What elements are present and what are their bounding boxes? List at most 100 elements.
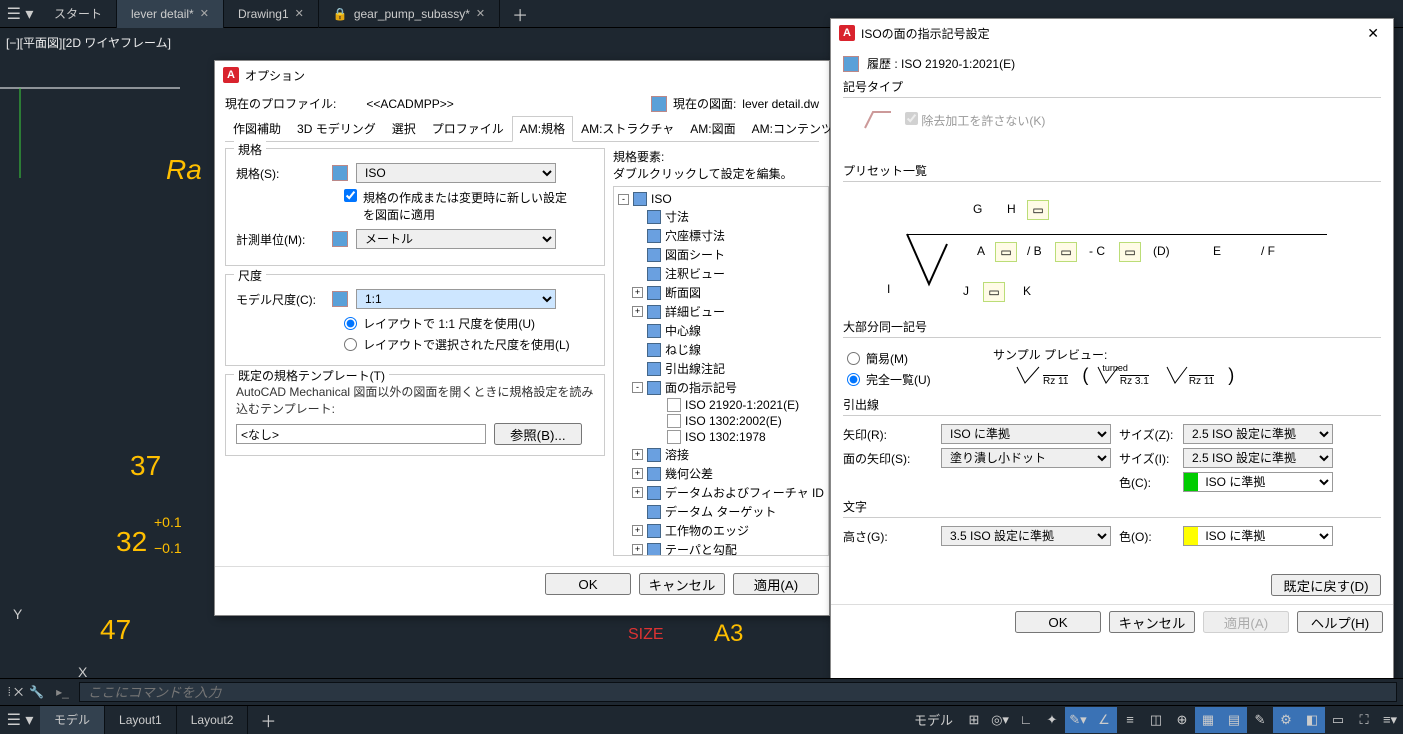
help-button[interactable]: ヘルプ(H) — [1297, 611, 1383, 633]
color-select[interactable]: ISO に準拠 — [1183, 472, 1333, 492]
tree-expander-icon[interactable]: + — [632, 544, 643, 555]
tree-node[interactable]: 引出線注記 — [618, 359, 824, 378]
cycling-icon[interactable]: ⊕ — [1169, 707, 1195, 733]
option-tab[interactable]: 作図補助 — [225, 116, 289, 141]
apply-new-checkbox[interactable] — [344, 189, 357, 202]
custom-icon[interactable]: ≡▾ — [1377, 707, 1403, 733]
layer-icon[interactable]: ▤ — [1221, 707, 1247, 733]
option-tab[interactable]: AM:コンテンツ — [744, 116, 841, 141]
cmd-customize-icon[interactable]: 🔧 — [29, 685, 44, 700]
preset-j-button[interactable]: ▭ — [983, 282, 1005, 302]
dialog-titlebar[interactable]: A オプション — [215, 61, 829, 89]
option-tab[interactable]: プロファイル — [424, 116, 512, 141]
clean-icon[interactable]: ⛶ — [1351, 707, 1377, 733]
layout-11-radio[interactable] — [344, 317, 357, 330]
preset-h-button[interactable]: ▭ — [1027, 200, 1049, 220]
apply-button[interactable]: 適用(A) — [733, 573, 819, 595]
standard-tree[interactable]: -ISO寸法穴座標寸法図面シート注釈ビュー+断面図+詳細ビュー中心線ねじ線引出線… — [613, 186, 829, 556]
tree-node[interactable]: 図面シート — [618, 245, 824, 264]
layout-tab-2[interactable]: Layout2 — [177, 706, 249, 734]
face-arrow-select[interactable]: 塗り潰し小ドット — [941, 448, 1111, 468]
app-menu-icon[interactable]: ☰ ▾ — [0, 4, 40, 24]
tree-node[interactable]: 注釈ビュー — [618, 264, 824, 283]
annotation-icon[interactable]: ✎ — [1247, 707, 1273, 733]
option-tab[interactable]: AM:ストラクチャ — [573, 116, 682, 141]
tree-node[interactable]: データム ターゲット — [618, 502, 824, 521]
template-input[interactable] — [236, 424, 486, 444]
hardware-icon[interactable]: ◧ — [1299, 707, 1325, 733]
option-tab[interactable]: AM:規格 — [512, 116, 573, 142]
tree-expander-icon[interactable]: + — [632, 287, 643, 298]
tree-expander-icon[interactable]: - — [618, 194, 629, 205]
tab-start[interactable]: スタート — [40, 0, 117, 28]
tree-node[interactable]: +データムおよびフィーチャ ID — [618, 483, 824, 502]
isolate-icon[interactable]: ▭ — [1325, 707, 1351, 733]
size-select[interactable]: 2.5 ISO 設定に準拠 — [1183, 424, 1333, 444]
standard-select[interactable]: ISO — [356, 163, 556, 183]
lineweight-icon[interactable]: ≡ — [1117, 707, 1143, 733]
tab-gear-pump[interactable]: 🔒gear_pump_subassy*✕ — [319, 0, 500, 28]
ok-button[interactable]: OK — [545, 573, 631, 595]
tree-node[interactable]: ISO 1302:1978 — [618, 429, 824, 445]
tree-node[interactable]: -ISO — [618, 191, 824, 207]
add-layout-button[interactable]: ＋ — [248, 708, 288, 732]
add-tab-button[interactable]: ＋ — [500, 2, 540, 26]
snap-icon[interactable]: ◎▾ — [987, 707, 1013, 733]
tree-node[interactable]: +溶接 — [618, 445, 824, 464]
transparency-icon[interactable]: ◫ — [1143, 707, 1169, 733]
power-dim-icon[interactable]: ▦ — [1195, 707, 1221, 733]
preset-c-button[interactable]: ▭ — [1119, 242, 1141, 262]
tree-node[interactable]: 寸法 — [618, 207, 824, 226]
polar-icon[interactable]: ✦ — [1039, 707, 1065, 733]
unit-select[interactable]: メートル — [356, 229, 556, 249]
status-model-button[interactable]: モデル — [906, 707, 961, 733]
command-input[interactable] — [79, 682, 1397, 702]
tab-drawing1[interactable]: Drawing1✕ — [224, 0, 319, 28]
layout-tab-model[interactable]: モデル — [40, 706, 105, 734]
layout-sel-radio[interactable] — [344, 338, 357, 351]
option-tab[interactable]: 3D モデリング — [289, 116, 384, 141]
preset-a-button[interactable]: ▭ — [995, 242, 1017, 262]
layout-menu-icon[interactable]: ☰ ▾ — [0, 710, 40, 730]
cancel-button[interactable]: キャンセル — [639, 573, 725, 595]
osnap-icon[interactable]: ✎▾ — [1065, 707, 1091, 733]
tree-node[interactable]: +工作物のエッジ — [618, 521, 824, 540]
tree-node[interactable]: ISO 1302:2002(E) — [618, 413, 824, 429]
model-scale-select[interactable]: 1:1 — [356, 289, 556, 309]
ok-button[interactable]: OK — [1015, 611, 1101, 633]
dialog-titlebar[interactable]: A ISOの面の指示記号設定 ✕ — [831, 19, 1393, 47]
size2-select[interactable]: 2.5 ISO 設定に準拠 — [1183, 448, 1333, 468]
tree-expander-icon[interactable]: + — [632, 449, 643, 460]
preset-b-button[interactable]: ▭ — [1055, 242, 1077, 262]
cmd-close-icon[interactable]: ⦙ ✕ — [8, 685, 23, 700]
close-icon[interactable]: ✕ — [295, 7, 304, 20]
tree-node[interactable]: +詳細ビュー — [618, 302, 824, 321]
cancel-button[interactable]: キャンセル — [1109, 611, 1195, 633]
tree-expander-icon[interactable]: + — [632, 306, 643, 317]
tree-node[interactable]: +幾何公差 — [618, 464, 824, 483]
workspace-icon[interactable]: ⚙ — [1273, 707, 1299, 733]
tab-lever-detail[interactable]: lever detail*✕ — [117, 0, 224, 28]
tree-node[interactable]: +断面図 — [618, 283, 824, 302]
simple-radio[interactable] — [847, 352, 860, 365]
close-icon[interactable]: ✕ — [476, 7, 485, 20]
tree-node[interactable]: +テーパと勾配 — [618, 540, 824, 556]
grid-icon[interactable]: ⊞ — [961, 707, 987, 733]
otrack-icon[interactable]: ∠ — [1091, 707, 1117, 733]
full-radio[interactable] — [847, 373, 860, 386]
tree-node[interactable]: 穴座標寸法 — [618, 226, 824, 245]
arrow-select[interactable]: ISO に準拠 — [941, 424, 1111, 444]
color2-select[interactable]: ISO に準拠 — [1183, 526, 1333, 546]
close-icon[interactable]: ✕ — [200, 7, 209, 20]
ortho-icon[interactable]: ∟ — [1013, 707, 1039, 733]
tree-expander-icon[interactable]: + — [632, 487, 643, 498]
close-icon[interactable]: ✕ — [1361, 25, 1385, 42]
tree-expander-icon[interactable]: - — [632, 382, 643, 393]
height-select[interactable]: 3.5 ISO 設定に準拠 — [941, 526, 1111, 546]
tree-expander-icon[interactable]: + — [632, 525, 643, 536]
tree-node[interactable]: 中心線 — [618, 321, 824, 340]
tree-node[interactable]: ISO 21920-1:2021(E) — [618, 397, 824, 413]
tree-node[interactable]: -面の指示記号 — [618, 378, 824, 397]
layout-tab-1[interactable]: Layout1 — [105, 706, 177, 734]
option-tab[interactable]: AM:図面 — [682, 116, 743, 141]
